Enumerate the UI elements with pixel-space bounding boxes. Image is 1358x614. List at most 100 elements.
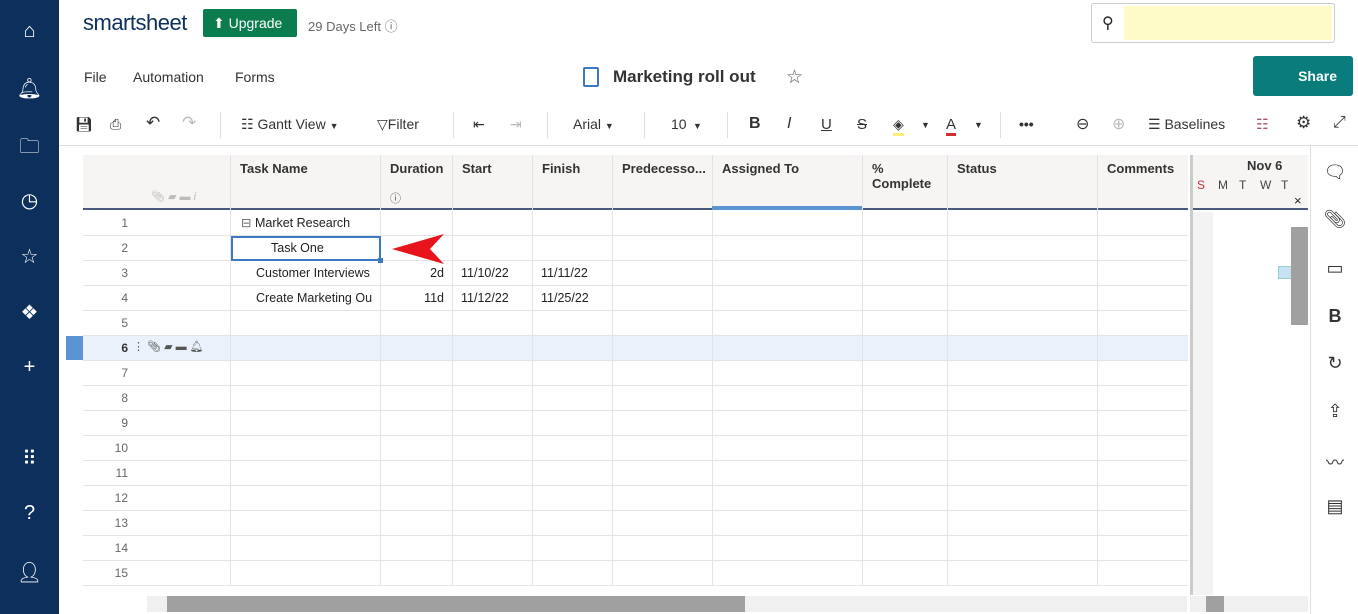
cell[interactable]: [1097, 511, 1188, 536]
finish-cell[interactable]: [532, 511, 612, 536]
cell[interactable]: [712, 236, 862, 261]
sheet-title[interactable]: Marketing roll out: [613, 67, 756, 87]
column-header-start[interactable]: Start: [452, 155, 532, 210]
activity-log-icon[interactable]: 〰: [1311, 449, 1358, 475]
cell[interactable]: [712, 211, 862, 236]
cell[interactable]: [712, 411, 862, 436]
finish-cell[interactable]: [532, 486, 612, 511]
cell[interactable]: [712, 361, 862, 386]
more-icon[interactable]: •••: [1019, 116, 1034, 132]
column-header-status[interactable]: Status: [947, 155, 1097, 210]
start-cell[interactable]: [452, 236, 532, 261]
fill-color-icon[interactable]: ◈: [893, 116, 904, 136]
finish-cell[interactable]: [532, 211, 612, 236]
column-header-task-name[interactable]: Task Name: [230, 155, 380, 210]
finish-cell[interactable]: [532, 536, 612, 561]
cell[interactable]: [712, 561, 862, 586]
italic-icon[interactable]: I: [787, 115, 791, 133]
search-input[interactable]: ⚲: [1091, 3, 1335, 43]
start-cell[interactable]: [452, 411, 532, 436]
start-cell[interactable]: [452, 536, 532, 561]
upload-icon[interactable]: ⇪: [1311, 401, 1358, 422]
share-button[interactable]: Share: [1253, 56, 1353, 96]
cell[interactable]: [612, 236, 712, 261]
start-cell[interactable]: [452, 336, 532, 361]
cell[interactable]: [862, 361, 947, 386]
cell[interactable]: [612, 486, 712, 511]
cell[interactable]: [947, 361, 1097, 386]
cell[interactable]: [862, 561, 947, 586]
column-header-comments[interactable]: Comments: [1097, 155, 1188, 210]
cell[interactable]: [862, 386, 947, 411]
start-cell[interactable]: 11/12/22: [452, 286, 532, 311]
row-action-icons[interactable]: ⋮ 📎︎ ▰ ▬ 🔔︎: [133, 340, 204, 353]
duration-cell[interactable]: [380, 311, 452, 336]
cell[interactable]: [612, 386, 712, 411]
indent-icon[interactable]: ⇥: [510, 116, 522, 133]
table-row[interactable]: 13: [83, 511, 1188, 536]
cell[interactable]: [1097, 286, 1188, 311]
baselines-button[interactable]: ☰ Baselines: [1148, 116, 1225, 133]
start-cell[interactable]: [452, 361, 532, 386]
solutions-icon[interactable]: ❖: [0, 300, 59, 325]
update-requests-icon[interactable]: ↻: [1311, 353, 1358, 374]
table-row[interactable]: 12: [83, 486, 1188, 511]
cell[interactable]: [947, 336, 1097, 361]
start-cell[interactable]: [452, 511, 532, 536]
cell[interactable]: [712, 461, 862, 486]
task-cell[interactable]: [230, 336, 380, 361]
text-color-dropdown-icon[interactable]: ▼: [974, 120, 983, 130]
critical-path-icon[interactable]: ☷: [1256, 116, 1269, 133]
cell[interactable]: [862, 286, 947, 311]
column-header--complete[interactable]: % Complete: [862, 155, 947, 210]
cell[interactable]: [862, 261, 947, 286]
cell[interactable]: [612, 436, 712, 461]
cell[interactable]: [1097, 411, 1188, 436]
duration-cell[interactable]: [380, 386, 452, 411]
cell[interactable]: [947, 236, 1097, 261]
table-row[interactable]: 9: [83, 411, 1188, 436]
cell[interactable]: [612, 261, 712, 286]
cell[interactable]: [862, 411, 947, 436]
finish-cell[interactable]: 11/25/22: [532, 286, 612, 311]
start-cell[interactable]: 11/10/22: [452, 261, 532, 286]
cell[interactable]: [1097, 536, 1188, 561]
cell[interactable]: [712, 436, 862, 461]
table-row[interactable]: 8: [83, 386, 1188, 411]
settings-icon[interactable]: ⚙: [1296, 113, 1311, 133]
collapse-toggle-icon[interactable]: ⊟: [241, 216, 255, 230]
task-cell[interactable]: [230, 486, 380, 511]
cell[interactable]: [947, 286, 1097, 311]
smartsheet-logo[interactable]: smartsheet: [83, 10, 187, 36]
cell[interactable]: [612, 511, 712, 536]
menu-forms[interactable]: Forms: [235, 69, 275, 85]
cell[interactable]: [612, 336, 712, 361]
start-cell[interactable]: [452, 561, 532, 586]
cell[interactable]: [1097, 336, 1188, 361]
cell[interactable]: [862, 236, 947, 261]
zoom-in-icon[interactable]: ⊕: [1112, 114, 1125, 134]
cell[interactable]: [612, 461, 712, 486]
bold-icon[interactable]: B: [749, 115, 761, 133]
cell[interactable]: [712, 311, 862, 336]
cell[interactable]: [1097, 311, 1188, 336]
cell[interactable]: [1097, 436, 1188, 461]
menu-file[interactable]: File: [84, 69, 107, 85]
close-gantt-icon[interactable]: ×: [1294, 193, 1302, 208]
task-cell[interactable]: [230, 311, 380, 336]
task-cell[interactable]: [230, 561, 380, 586]
cell[interactable]: [1097, 361, 1188, 386]
task-cell[interactable]: [230, 461, 380, 486]
duration-cell[interactable]: [380, 336, 452, 361]
attachments-icon[interactable]: 📎︎: [1311, 209, 1358, 230]
cell[interactable]: [612, 311, 712, 336]
view-selector[interactable]: ☷ Gantt View ▼: [241, 116, 339, 133]
publish-icon[interactable]: B: [1311, 306, 1358, 327]
info-icon[interactable]: ⓘ: [385, 19, 398, 34]
duration-cell[interactable]: [380, 461, 452, 486]
start-cell[interactable]: [452, 461, 532, 486]
table-row[interactable]: 10: [83, 436, 1188, 461]
star-icon[interactable]: ☆: [0, 244, 59, 269]
favorite-star-icon[interactable]: ☆: [786, 66, 803, 89]
cell[interactable]: [612, 286, 712, 311]
